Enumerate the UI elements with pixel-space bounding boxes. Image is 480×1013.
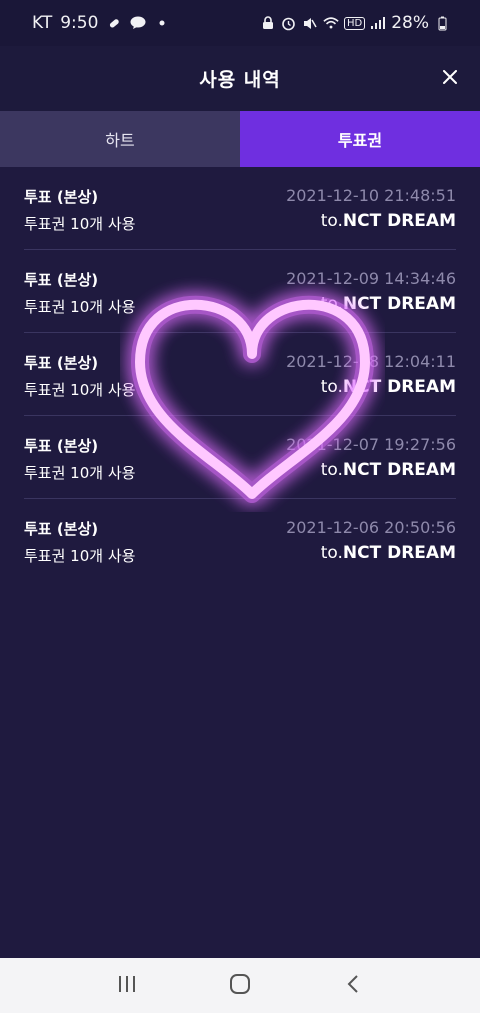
history-list: 투표 (본상) 2021-12-10 21:48:51 투표권 10개 사용 t… xyxy=(0,167,480,582)
item-title: 투표 (본상) xyxy=(24,188,99,206)
talk-icon xyxy=(130,15,146,31)
list-item: 투표 (본상) 2021-12-08 12:04:11 투표권 10개 사용 t… xyxy=(24,333,456,416)
battery-percent: 28% xyxy=(391,13,429,33)
lock-icon xyxy=(260,15,276,31)
list-item: 투표 (본상) 2021-12-06 20:50:56 투표권 10개 사용 t… xyxy=(24,499,456,582)
recipient-prefix: to. xyxy=(320,377,343,397)
item-recipient: to.NCT DREAM xyxy=(321,211,456,231)
tab-heart[interactable]: 하트 xyxy=(0,111,240,167)
list-item: 투표 (본상) 2021-12-10 21:48:51 투표권 10개 사용 t… xyxy=(24,167,456,250)
page-title: 사용 내역 xyxy=(199,69,281,91)
item-title: 투표 (본상) xyxy=(24,520,99,538)
item-date: 2021-12-10 21:48:51 xyxy=(286,186,456,205)
item-desc: 투표권 10개 사용 xyxy=(24,298,136,316)
item-desc: 투표권 10개 사용 xyxy=(24,464,136,482)
item-date: 2021-12-06 20:50:56 xyxy=(286,518,456,537)
recipient-artist: NCT DREAM xyxy=(342,543,456,563)
list-item: 투표 (본상) 2021-12-09 14:34:46 투표권 10개 사용 t… xyxy=(24,250,456,333)
item-title: 투표 (본상) xyxy=(24,354,99,372)
home-icon xyxy=(229,973,251,999)
pill-icon xyxy=(106,15,122,31)
recipient-artist: NCT DREAM xyxy=(342,460,456,480)
recipient-artist: NCT DREAM xyxy=(342,377,456,397)
status-left: KT 9:50 xyxy=(32,13,170,33)
header: 사용 내역 xyxy=(0,46,480,111)
tab-vote-ticket[interactable]: 투표권 xyxy=(240,111,480,167)
item-date: 2021-12-07 19:27:56 xyxy=(286,435,456,454)
recipient-prefix: to. xyxy=(320,211,343,231)
recipient-artist: NCT DREAM xyxy=(342,294,456,314)
hd-badge: HD xyxy=(343,16,366,30)
recent-apps-icon xyxy=(117,975,137,997)
item-desc: 투표권 10개 사용 xyxy=(24,547,136,565)
alarm-icon xyxy=(281,15,297,31)
carrier-label: KT xyxy=(32,13,53,33)
battery-icon xyxy=(434,15,450,31)
recipient-prefix: to. xyxy=(320,543,343,563)
time-label: 9:50 xyxy=(60,13,99,33)
back-icon xyxy=(346,974,360,998)
status-right: HD 28% xyxy=(260,13,450,33)
close-button[interactable] xyxy=(438,66,462,90)
item-desc: 투표권 10개 사용 xyxy=(24,381,136,399)
item-recipient: to.NCT DREAM xyxy=(321,294,456,314)
notification-dot-icon xyxy=(154,15,170,31)
item-recipient: to.NCT DREAM xyxy=(321,543,456,563)
recipient-artist: NCT DREAM xyxy=(342,211,456,231)
item-title: 투표 (본상) xyxy=(24,437,99,455)
wifi-icon xyxy=(323,15,339,31)
recipient-prefix: to. xyxy=(320,460,343,480)
close-icon xyxy=(443,69,457,88)
list-item: 투표 (본상) 2021-12-07 19:27:56 투표권 10개 사용 t… xyxy=(24,416,456,499)
recipient-prefix: to. xyxy=(320,294,343,314)
tab-bar: 하트 투표권 xyxy=(0,111,480,167)
system-nav-bar xyxy=(0,958,480,1013)
item-desc: 투표권 10개 사용 xyxy=(24,215,136,233)
signal-icon xyxy=(370,15,386,31)
back-button[interactable] xyxy=(333,966,373,1006)
status-bar: KT 9:50 HD 28% xyxy=(0,0,480,46)
home-button[interactable] xyxy=(220,966,260,1006)
item-date: 2021-12-08 12:04:11 xyxy=(286,352,456,371)
item-recipient: to.NCT DREAM xyxy=(321,460,456,480)
item-recipient: to.NCT DREAM xyxy=(321,377,456,397)
item-date: 2021-12-09 14:34:46 xyxy=(286,269,456,288)
recent-apps-button[interactable] xyxy=(107,966,147,1006)
mute-icon xyxy=(302,15,318,31)
item-title: 투표 (본상) xyxy=(24,271,99,289)
